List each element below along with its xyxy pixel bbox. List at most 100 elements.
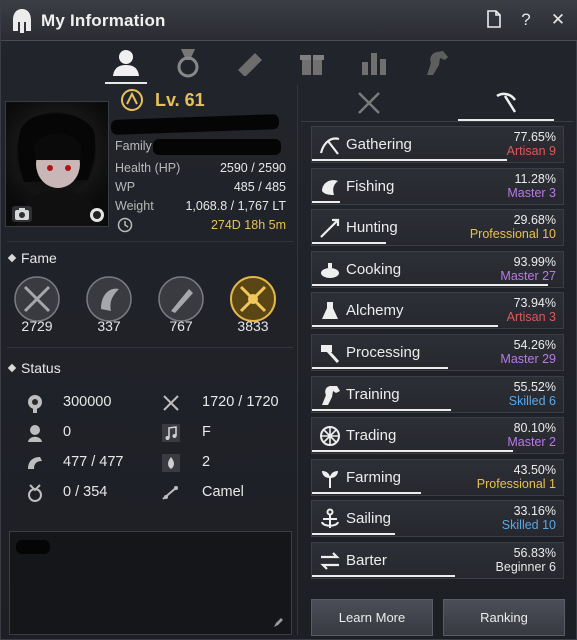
skill-rank: Skilled 6 bbox=[508, 393, 556, 408]
skill-name: Cooking bbox=[346, 260, 402, 278]
tab-knowledge[interactable] bbox=[225, 44, 275, 82]
skill-rank: Artisan 9 bbox=[506, 144, 556, 158]
skill-progress-bar bbox=[312, 367, 449, 369]
bar-chart-icon bbox=[362, 53, 386, 75]
skill-percent: 77.65% bbox=[513, 130, 556, 144]
life-skill-row-hunting[interactable]: Hunting 29.68% Professional 10 bbox=[311, 209, 564, 247]
wp-label: WP bbox=[115, 180, 136, 194]
tab-combat-skills[interactable] bbox=[301, 85, 438, 121]
tab-gift[interactable] bbox=[287, 44, 337, 82]
skill-progress-bar bbox=[312, 533, 396, 536]
tab-character[interactable] bbox=[101, 44, 151, 84]
family-fame-value: 3833 bbox=[237, 318, 269, 334]
title-bar[interactable]: My Information ? ✕ bbox=[1, 1, 577, 41]
column-divider bbox=[297, 85, 298, 635]
contribution-icon bbox=[28, 395, 42, 413]
life-skill-tabs bbox=[301, 85, 574, 121]
skill-progress-bar bbox=[312, 325, 498, 328]
combat-value: 1720 / 1720 bbox=[202, 394, 279, 410]
weight-label: Weight bbox=[115, 199, 154, 213]
life-skill-row-barter[interactable]: Barter 56.83% Beginner 6 bbox=[311, 542, 564, 579]
mount-value: Camel bbox=[202, 484, 244, 500]
life-skill-row-trading[interactable]: Trading 80.10% Master 2 bbox=[311, 417, 564, 455]
emblem-icon bbox=[88, 206, 106, 224]
status-heading: Status bbox=[7, 360, 61, 376]
skill-rank: Master 27 bbox=[500, 268, 556, 283]
life-skill-row-sailing[interactable]: Sailing 33.16% Skilled 10 bbox=[311, 500, 564, 538]
learn-more-button[interactable]: Learn More bbox=[311, 599, 433, 636]
skill-percent: 33.16% bbox=[513, 504, 556, 519]
edit-pencil-icon[interactable] bbox=[273, 616, 285, 628]
skill-percent: 73.94% bbox=[513, 296, 556, 311]
skill-name: Trading bbox=[346, 427, 397, 445]
person-icon bbox=[113, 50, 139, 76]
category-tabs bbox=[101, 43, 481, 84]
skill-name: Hunting bbox=[346, 219, 398, 237]
close-icon[interactable]: ✕ bbox=[548, 10, 568, 30]
contribution-points-value: 0 / 354 bbox=[63, 484, 108, 500]
energy-value: 477 / 477 bbox=[63, 454, 124, 470]
contribution-value: 300000 bbox=[63, 394, 112, 410]
cooking-icon bbox=[321, 262, 339, 278]
redacted-memo bbox=[16, 540, 50, 554]
laurel-icon bbox=[121, 89, 143, 111]
weight-value: 1,068.8 / 1,767 LT bbox=[185, 199, 286, 213]
life-skill-row-processing[interactable]: Processing 54.26% Master 29 bbox=[311, 334, 564, 371]
camera-icon[interactable] bbox=[12, 206, 32, 222]
ranking-button[interactable]: Ranking bbox=[443, 599, 565, 636]
sailing-icon bbox=[321, 508, 339, 529]
fishing-icon bbox=[322, 179, 338, 195]
music-value: F bbox=[202, 424, 211, 440]
tab-medal[interactable] bbox=[163, 44, 213, 82]
skill-rank: Skilled 10 bbox=[501, 518, 556, 533]
skill-rank: Professional 10 bbox=[469, 227, 556, 242]
tab-life-skills[interactable] bbox=[438, 85, 575, 121]
skill-rank: Beginner 6 bbox=[495, 560, 556, 574]
skill-rank: Master 3 bbox=[507, 185, 556, 200]
divider bbox=[7, 347, 293, 348]
trading-icon bbox=[320, 426, 340, 447]
life-tab-underline bbox=[301, 121, 574, 122]
fame-heading: Fame bbox=[7, 250, 57, 266]
gathering-icon bbox=[319, 137, 340, 155]
life-skill-row-gathering[interactable]: Gathering 77.65% Artisan 9 bbox=[311, 126, 564, 163]
skill-name: Fishing bbox=[346, 177, 395, 195]
life-skill-row-fishing[interactable]: Fishing 11.28% Master 3 bbox=[311, 167, 564, 205]
life-skill-row-alchemy[interactable]: Alchemy 73.94% Artisan 3 bbox=[311, 292, 564, 330]
stamina-value: 2 bbox=[202, 454, 211, 470]
skill-rank: Professional 1 bbox=[476, 476, 556, 491]
energy-icon bbox=[28, 457, 42, 469]
pickaxe-icon bbox=[496, 92, 516, 113]
alchemy-icon bbox=[322, 302, 338, 320]
level-text: Lv. 61 bbox=[155, 89, 205, 110]
memo-textarea[interactable] bbox=[9, 531, 292, 635]
life-skill-row-farming[interactable]: Farming 43.50% Professional 1 bbox=[311, 458, 564, 496]
farming-icon bbox=[322, 470, 338, 488]
crossed-swords-icon bbox=[358, 92, 381, 114]
hp-label: Health (HP) bbox=[115, 161, 181, 175]
family-label: Family bbox=[115, 139, 152, 153]
gift-icon bbox=[300, 55, 324, 75]
hp-value: 2590 / 2590 bbox=[219, 161, 286, 175]
help-icon[interactable]: ? bbox=[516, 10, 536, 30]
skill-name: Alchemy bbox=[346, 302, 404, 320]
life-fame-value: 337 bbox=[97, 318, 121, 334]
skill-progress-bar bbox=[312, 200, 341, 203]
skill-percent: 43.50% bbox=[513, 462, 556, 477]
skill-progress-bar bbox=[312, 491, 422, 494]
stamina-icon bbox=[162, 454, 180, 472]
redacted-family bbox=[153, 139, 281, 155]
barter-icon bbox=[320, 552, 340, 570]
skill-name: Sailing bbox=[346, 510, 392, 528]
processing-icon bbox=[321, 345, 340, 364]
document-icon[interactable] bbox=[484, 10, 504, 30]
skill-percent: 11.28% bbox=[514, 171, 556, 186]
tab-horse[interactable] bbox=[411, 44, 461, 82]
contribution-points-icon bbox=[28, 484, 42, 502]
tab-stats[interactable] bbox=[349, 44, 399, 82]
divider bbox=[7, 241, 293, 242]
life-skill-row-cooking[interactable]: Cooking 93.99% Master 27 bbox=[311, 250, 564, 288]
skill-progress-bar bbox=[312, 242, 387, 245]
wp-value: 485 / 485 bbox=[233, 180, 286, 194]
life-skill-row-training[interactable]: Training 55.52% Skilled 6 bbox=[311, 375, 564, 413]
